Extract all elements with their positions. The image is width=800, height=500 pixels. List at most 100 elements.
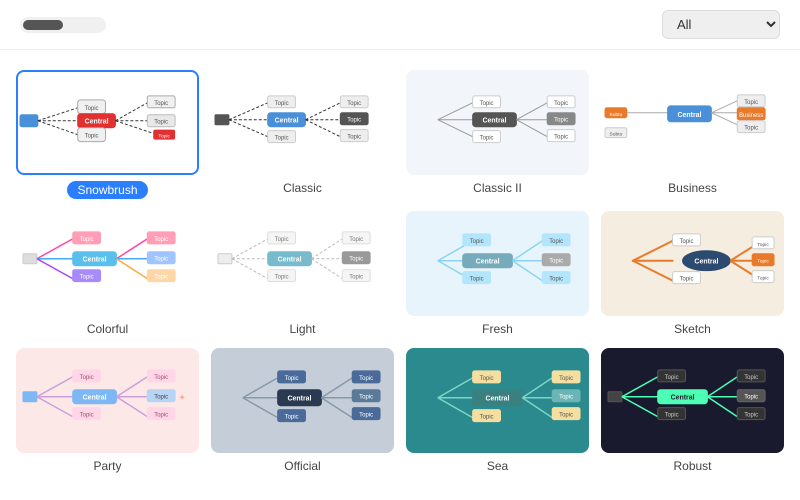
tab-library[interactable] [63, 20, 103, 30]
svg-text:Central: Central [288, 396, 312, 403]
svg-text:Central: Central [83, 395, 107, 402]
svg-text:Topic: Topic [347, 118, 361, 124]
svg-text:Topic: Topic [744, 100, 758, 106]
template-item-colorful[interactable]: Topic Central Topic Topic Topic Topic Co… [16, 211, 199, 336]
template-label-robust: Robust [673, 459, 711, 473]
svg-text:Topic: Topic [559, 395, 573, 401]
template-thumb-colorful: Topic Central Topic Topic Topic Topic [16, 211, 199, 316]
svg-text:Topic: Topic [154, 101, 168, 107]
svg-text:Topic: Topic [554, 118, 568, 124]
template-label-business: Business [668, 181, 717, 195]
svg-text:Topic: Topic [154, 395, 168, 401]
template-item-snowbrush[interactable]: Topic Central Topic Topic Topic Topic Sn… [16, 70, 199, 199]
svg-text:Central: Central [486, 396, 510, 403]
svg-text:Topic: Topic [275, 237, 289, 243]
template-thumb-light: Topic Central Topic Topic Topic Topic [211, 211, 394, 316]
svg-text:Topic: Topic [359, 395, 373, 401]
template-label-official: Official [284, 459, 320, 473]
svg-text:Central: Central [83, 257, 107, 264]
svg-text:Topic: Topic [549, 259, 563, 265]
svg-text:✦: ✦ [178, 393, 186, 403]
template-item-official[interactable]: Topic Central Topic Topic Topic Topic Of… [211, 348, 394, 473]
template-item-sea[interactable]: Topic Central Topic Topic Topic Topic Se… [406, 348, 589, 473]
svg-text:Topic: Topic [275, 101, 289, 107]
svg-text:Central: Central [694, 259, 718, 266]
template-item-light[interactable]: Topic Central Topic Topic Topic Topic Li… [211, 211, 394, 336]
svg-text:Topic: Topic [154, 257, 168, 263]
template-thumb-robust: Topic Central Topic Topic Topic Topic [601, 348, 784, 453]
svg-text:Topic: Topic [349, 274, 363, 280]
template-label-fresh: Fresh [482, 322, 513, 336]
svg-text:Topic: Topic [549, 239, 563, 245]
template-item-robust[interactable]: Topic Central Topic Topic Topic Topic Ro… [601, 348, 784, 473]
svg-text:Central: Central [278, 257, 302, 264]
svg-text:Topic: Topic [275, 135, 289, 141]
svg-text:Topic: Topic [554, 134, 568, 140]
template-thumb-sea: Topic Central Topic Topic Topic Topic [406, 348, 589, 453]
template-thumb-classic2: Topic Central Topic Topic Topic Topic [406, 70, 589, 175]
filter-select[interactable]: All Mindmap Flowchart Org Chart [662, 10, 780, 39]
template-label-colorful: Colorful [87, 322, 128, 336]
svg-text:Topic: Topic [744, 412, 758, 418]
svg-text:Business: Business [739, 113, 763, 119]
tab-new[interactable] [23, 20, 63, 30]
svg-text:Topic: Topic [154, 375, 168, 381]
content-area: Topic Central Topic Topic Topic Topic Sn… [0, 50, 800, 500]
svg-text:Topic: Topic [285, 414, 299, 420]
svg-text:Topic: Topic [154, 412, 168, 418]
svg-text:Topic: Topic [154, 119, 168, 125]
template-thumb-official: Topic Central Topic Topic Topic Topic [211, 348, 394, 453]
svg-text:Topic: Topic [559, 412, 573, 418]
svg-text:Topic: Topic [744, 375, 758, 381]
template-grid: Topic Central Topic Topic Topic Topic Sn… [16, 70, 784, 473]
svg-text:Topic: Topic [680, 276, 694, 282]
svg-text:Topic: Topic [349, 257, 363, 263]
svg-text:Central: Central [275, 118, 299, 125]
svg-text:Topic: Topic [757, 275, 769, 281]
svg-text:Topic: Topic [80, 412, 94, 418]
svg-text:Topic: Topic [85, 133, 99, 139]
svg-text:Topic: Topic [275, 274, 289, 280]
template-item-classic[interactable]: Topic Central Topic Topic Topic Topic Cl… [211, 70, 394, 199]
svg-text:Central: Central [85, 118, 109, 125]
svg-text:Topic: Topic [80, 274, 94, 280]
template-item-classic2[interactable]: Topic Central Topic Topic Topic Topic Cl… [406, 70, 589, 199]
svg-text:Topic: Topic [80, 237, 94, 243]
template-label-classic2: Classic II [473, 181, 522, 195]
svg-text:Central: Central [671, 395, 695, 402]
svg-text:Topic: Topic [80, 375, 94, 381]
svg-text:Topic: Topic [359, 412, 373, 418]
svg-text:Topic: Topic [480, 414, 494, 420]
template-thumb-party: Topic Central Topic Topic Topic Topic ✦ [16, 348, 199, 453]
template-item-fresh[interactable]: Topic Central Topic Topic Topic Topic Fr… [406, 211, 589, 336]
template-thumb-business: Subto Central Topic Business Topic Subto [601, 70, 784, 175]
template-thumb-snowbrush: Topic Central Topic Topic Topic Topic [16, 70, 199, 175]
svg-text:Topic: Topic [757, 259, 769, 265]
svg-text:Topic: Topic [480, 376, 494, 382]
svg-text:Topic: Topic [154, 274, 168, 280]
svg-text:Topic: Topic [347, 134, 361, 140]
svg-text:Central: Central [678, 112, 702, 119]
svg-text:Topic: Topic [480, 135, 494, 141]
svg-text:Subto: Subto [609, 131, 622, 137]
svg-text:Topic: Topic [154, 237, 168, 243]
template-item-business[interactable]: Subto Central Topic Business Topic Subto… [601, 70, 784, 199]
svg-text:Subto: Subto [609, 112, 622, 118]
template-label-party: Party [93, 459, 121, 473]
svg-text:Topic: Topic [349, 237, 363, 243]
svg-text:Topic: Topic [559, 376, 573, 382]
template-label-sketch: Sketch [674, 322, 711, 336]
template-label-light: Light [289, 322, 315, 336]
svg-text:Topic: Topic [549, 276, 563, 282]
template-thumb-classic: Topic Central Topic Topic Topic Topic [211, 70, 394, 175]
tab-group [20, 17, 106, 33]
template-item-sketch[interactable]: Topic Central Topic Topic Topic Topic Sk… [601, 211, 784, 336]
svg-text:Topic: Topic [359, 376, 373, 382]
template-label-classic: Classic [283, 181, 322, 195]
svg-text:Topic: Topic [665, 412, 679, 418]
template-label-sea: Sea [487, 459, 508, 473]
svg-text:Topic: Topic [665, 375, 679, 381]
svg-text:Topic: Topic [680, 239, 694, 245]
template-item-party[interactable]: Topic Central Topic Topic Topic Topic ✦ … [16, 348, 199, 473]
svg-text:Topic: Topic [470, 239, 484, 245]
